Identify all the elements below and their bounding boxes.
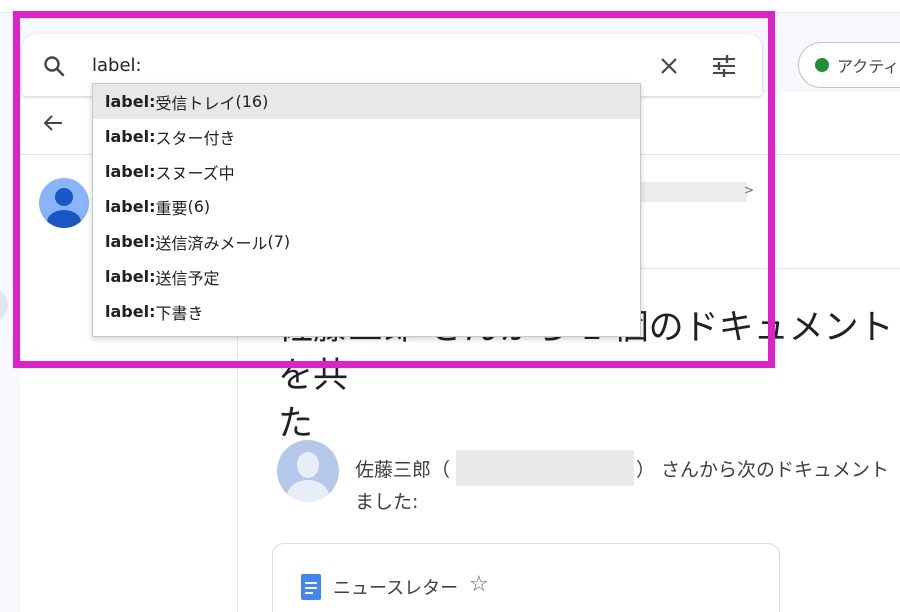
suggestion-prefix: label:	[105, 127, 156, 146]
suggestion-prefix: label:	[105, 232, 156, 251]
redacted-email	[456, 450, 634, 486]
suggestion-text: 送信済みメール	[155, 233, 268, 253]
suggestion-text: スター付き	[155, 128, 236, 148]
status-dot-icon	[815, 58, 829, 72]
status-label: アクティブ	[837, 57, 900, 76]
suggestion-item[interactable]: label: 下書き	[93, 294, 640, 329]
suggestion-item[interactable]: label: 送信済みメール (7)	[93, 224, 640, 259]
suggestion-prefix: label:	[105, 92, 156, 111]
body-text-line1b: ） さんから次のドキュメント	[636, 459, 890, 481]
left-rail	[0, 92, 20, 612]
suggestion-prefix: label:	[105, 302, 156, 321]
body-text-line2: ました:	[355, 491, 419, 513]
search-suggestions-dropdown: label: 受信トレイ (16) label: スター付き label: スヌーズ中…	[92, 83, 641, 337]
status-chip[interactable]: アクティブ	[798, 42, 900, 88]
suggestion-text: 受信トレイ	[155, 93, 236, 113]
suggestion-text: 下書き	[155, 303, 204, 323]
close-icon[interactable]	[656, 53, 682, 79]
gmail-window: アクティブ > 佐藤三郎 さんから 1 個のドキュメントを共 た 佐藤三郎（ ）…	[0, 0, 900, 612]
message-title-line2: た	[278, 404, 314, 444]
suggestion-item[interactable]: label: 受信トレイ (16)	[93, 84, 640, 119]
search-icon[interactable]	[42, 54, 66, 78]
avatar	[277, 440, 339, 502]
tune-icon[interactable]	[711, 53, 737, 79]
suggestion-text: 重要	[155, 198, 188, 218]
attachment-name[interactable]: ニュースレター	[333, 574, 458, 600]
suggestion-count: (7)	[267, 232, 291, 251]
avatar-icon[interactable]	[39, 178, 89, 228]
suggestion-prefix: label:	[105, 197, 156, 216]
back-arrow-icon[interactable]	[41, 111, 65, 135]
chevron-right-icon[interactable]: >	[744, 183, 754, 197]
suggestion-text: スヌーズ中	[155, 163, 235, 183]
suggestion-count: (6)	[187, 197, 211, 216]
suggestion-item[interactable]: label: スヌーズ中	[93, 154, 640, 189]
docs-icon	[301, 574, 321, 600]
search-input[interactable]	[92, 50, 612, 80]
suggestion-text: 送信予定	[155, 268, 220, 288]
suggestion-item[interactable]: label: 送信予定	[93, 259, 640, 294]
redacted-recipient	[641, 182, 747, 202]
top-bar: アクティブ	[0, 12, 900, 96]
suggestion-item[interactable]: label: スター付き	[93, 119, 640, 154]
suggestion-prefix: label:	[105, 267, 156, 286]
star-icon[interactable]: ☆	[469, 572, 489, 597]
suggestion-count: (16)	[235, 92, 269, 111]
body-text-line1a: 佐藤三郎（	[355, 459, 451, 481]
attachment-card[interactable]: ニュースレター ☆	[272, 543, 780, 612]
rail-indicator	[0, 288, 8, 322]
suggestion-prefix: label:	[105, 162, 156, 181]
suggestion-item[interactable]: label: 重要 (6)	[93, 189, 640, 224]
